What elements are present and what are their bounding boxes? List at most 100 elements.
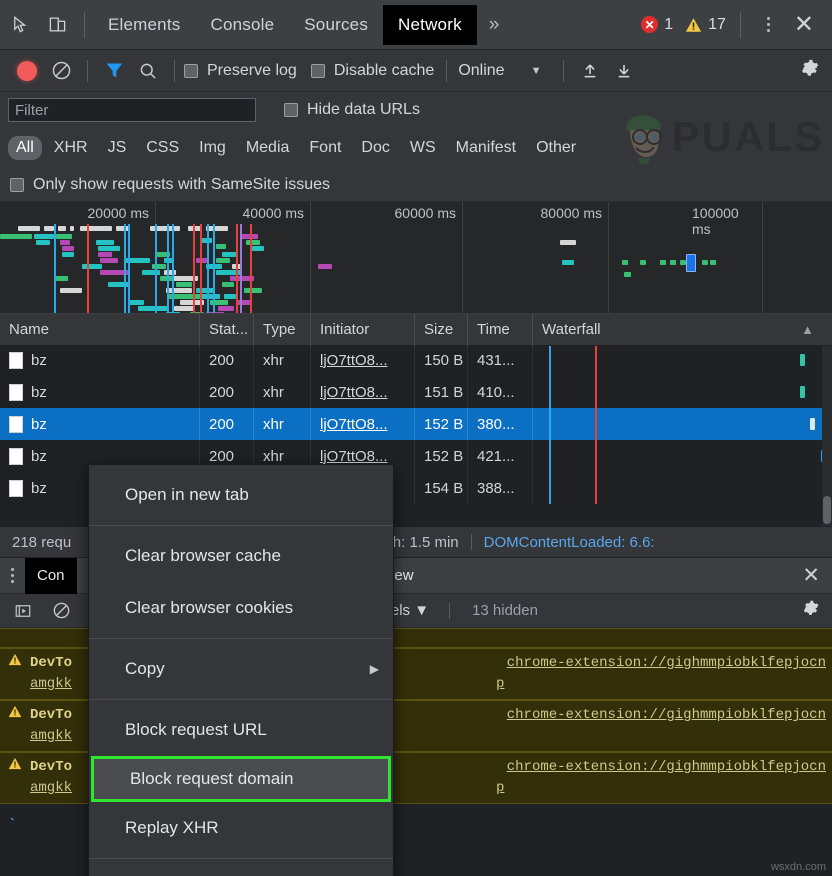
cell-time: 410... bbox=[468, 376, 533, 408]
chip-js[interactable]: JS bbox=[100, 136, 135, 160]
context-menu[interactable]: Open in new tab Clear browser cache Clea… bbox=[88, 464, 394, 876]
cell-size: 154 B bbox=[415, 472, 468, 504]
menu-item-copy[interactable]: Copy ▶ bbox=[89, 643, 393, 695]
devtools-menu-icon[interactable] bbox=[753, 17, 782, 32]
console-message-source[interactable]: chrome-extension://gighmmpiobklfepjocn p bbox=[496, 757, 826, 799]
close-devtools-icon[interactable]: ✕ bbox=[786, 10, 822, 39]
col-name[interactable]: Name bbox=[0, 314, 200, 346]
search-icon[interactable] bbox=[131, 54, 165, 88]
chip-media[interactable]: Media bbox=[238, 136, 298, 160]
toolbar-divider-1 bbox=[87, 60, 88, 82]
inspect-element-icon[interactable] bbox=[0, 6, 38, 44]
chip-css[interactable]: CSS bbox=[138, 136, 187, 160]
warning-icon bbox=[8, 705, 22, 747]
table-row[interactable]: bz 200 xhr ljO7ttO8... 150 B 431... bbox=[0, 346, 832, 376]
disable-cache-box bbox=[311, 64, 325, 78]
submenu-arrow-icon: ▶ bbox=[370, 662, 379, 676]
menu-item-block-request-url[interactable]: Block request URL bbox=[89, 704, 393, 756]
devtools-window: Elements Console Sources Network » ✕ 1 1… bbox=[0, 0, 832, 876]
toolbar-divider-3 bbox=[446, 60, 447, 82]
network-overview[interactable]: 20000 ms 40000 ms 60000 ms 80000 ms 1000… bbox=[0, 202, 832, 314]
tab-sources[interactable]: Sources bbox=[289, 5, 383, 45]
warning-badge[interactable]: 17 bbox=[685, 16, 726, 34]
col-type[interactable]: Type bbox=[254, 314, 311, 346]
overview-tick-1: 40000 ms bbox=[243, 205, 310, 221]
chip-font[interactable]: Font bbox=[301, 136, 349, 160]
toolbar-divider-4 bbox=[563, 60, 564, 82]
tab-elements[interactable]: Elements bbox=[93, 5, 195, 45]
menu-item-block-request-domain[interactable]: Block request domain bbox=[91, 756, 391, 802]
samesite-row: Only show requests with SameSite issues bbox=[0, 168, 832, 202]
chip-ws[interactable]: WS bbox=[402, 136, 444, 160]
menu-item-open-in-new-tab[interactable]: Open in new tab bbox=[89, 469, 393, 521]
cell-initiator[interactable]: ljO7ttO8... bbox=[311, 408, 415, 440]
menu-item-clear-browser-cookies[interactable]: Clear browser cookies bbox=[89, 582, 393, 634]
execution-context-icon[interactable] bbox=[6, 594, 40, 628]
samesite-label: Only show requests with SameSite issues bbox=[33, 176, 330, 194]
col-waterfall[interactable]: Waterfall ▲ bbox=[533, 314, 832, 346]
console-message-source[interactable]: chrome-extension://gighmmpiobklfepjocn bbox=[496, 705, 826, 747]
preserve-log-checkbox[interactable]: Preserve log bbox=[184, 62, 297, 80]
preserve-log-label: Preserve log bbox=[207, 62, 297, 80]
cell-status: 200 bbox=[200, 376, 254, 408]
console-message-source[interactable]: chrome-extension://gighmmpiobklfepjocn p bbox=[496, 653, 826, 695]
menu-item-replay-xhr[interactable]: Replay XHR bbox=[89, 802, 393, 854]
table-row-selected[interactable]: bz 200 xhr ljO7ttO8... 152 B 380... bbox=[0, 408, 832, 440]
col-initiator[interactable]: Initiator bbox=[311, 314, 415, 346]
cell-initiator[interactable]: ljO7ttO8... bbox=[311, 346, 415, 376]
samesite-checkbox[interactable]: Only show requests with SameSite issues bbox=[10, 176, 330, 194]
clear-console-icon[interactable] bbox=[44, 594, 78, 628]
chip-other[interactable]: Other bbox=[528, 136, 584, 160]
disable-cache-label: Disable cache bbox=[334, 62, 435, 80]
chip-manifest[interactable]: Manifest bbox=[448, 136, 524, 160]
table-scrollbar[interactable] bbox=[822, 346, 832, 526]
tab-console[interactable]: Console bbox=[195, 5, 289, 45]
file-icon bbox=[9, 416, 23, 433]
drawer-close-icon[interactable]: ✕ bbox=[802, 563, 832, 588]
table-row[interactable]: bz 200 xhr ljO7ttO8... 151 B 410... bbox=[0, 376, 832, 408]
disable-cache-checkbox[interactable]: Disable cache bbox=[311, 62, 435, 80]
cell-waterfall bbox=[533, 440, 832, 472]
console-message-second-line: amgkk bbox=[30, 780, 72, 796]
error-badge[interactable]: ✕ 1 bbox=[641, 16, 673, 34]
throttling-select[interactable]: Online bbox=[458, 62, 504, 80]
chip-xhr[interactable]: XHR bbox=[46, 136, 96, 160]
export-har-icon[interactable] bbox=[607, 54, 641, 88]
col-size[interactable]: Size bbox=[415, 314, 468, 346]
chevron-down-icon[interactable]: ▼ bbox=[531, 65, 542, 77]
chip-all[interactable]: All bbox=[8, 136, 42, 160]
overview-tick-0: 20000 ms bbox=[88, 205, 155, 221]
filter-input[interactable] bbox=[8, 98, 256, 122]
drawer-menu-icon[interactable] bbox=[0, 568, 25, 583]
devtools-tabbar: Elements Console Sources Network » ✕ 1 1… bbox=[0, 0, 832, 50]
chip-doc[interactable]: Doc bbox=[353, 136, 397, 160]
record-button[interactable] bbox=[10, 54, 44, 88]
col-status[interactable]: Stat... bbox=[200, 314, 254, 346]
cell-waterfall bbox=[533, 376, 832, 408]
cell-time: 380... bbox=[468, 408, 533, 440]
menu-separator bbox=[89, 699, 393, 700]
hide-data-urls-label: Hide data URLs bbox=[307, 101, 420, 119]
import-har-icon[interactable] bbox=[573, 54, 607, 88]
hide-data-urls-checkbox[interactable]: Hide data URLs bbox=[284, 101, 420, 119]
site-watermark: wsxdn.com bbox=[771, 861, 826, 873]
device-toolbar-icon[interactable] bbox=[38, 6, 76, 44]
network-settings-icon[interactable] bbox=[800, 58, 832, 83]
more-tabs-icon[interactable]: » bbox=[477, 14, 512, 36]
chip-img[interactable]: Img bbox=[191, 136, 234, 160]
menu-separator bbox=[89, 525, 393, 526]
file-icon bbox=[9, 352, 23, 369]
toolbar-divider-2 bbox=[174, 60, 175, 82]
tab-network[interactable]: Network bbox=[383, 5, 477, 45]
console-source-line2: p bbox=[496, 674, 504, 695]
cell-initiator[interactable]: ljO7ttO8... bbox=[311, 376, 415, 408]
menu-item-clear-browser-cache[interactable]: Clear browser cache bbox=[89, 530, 393, 582]
cell-size: 150 B bbox=[415, 346, 468, 376]
drawer-tab-console[interactable]: Con bbox=[25, 558, 77, 594]
cell-time: 431... bbox=[468, 346, 533, 376]
console-settings-icon[interactable] bbox=[802, 599, 832, 622]
filter-icon[interactable] bbox=[97, 54, 131, 88]
clear-button[interactable] bbox=[44, 54, 78, 88]
menu-item-sort-by[interactable]: Sort By ▶ bbox=[89, 863, 393, 876]
col-time[interactable]: Time bbox=[468, 314, 533, 346]
